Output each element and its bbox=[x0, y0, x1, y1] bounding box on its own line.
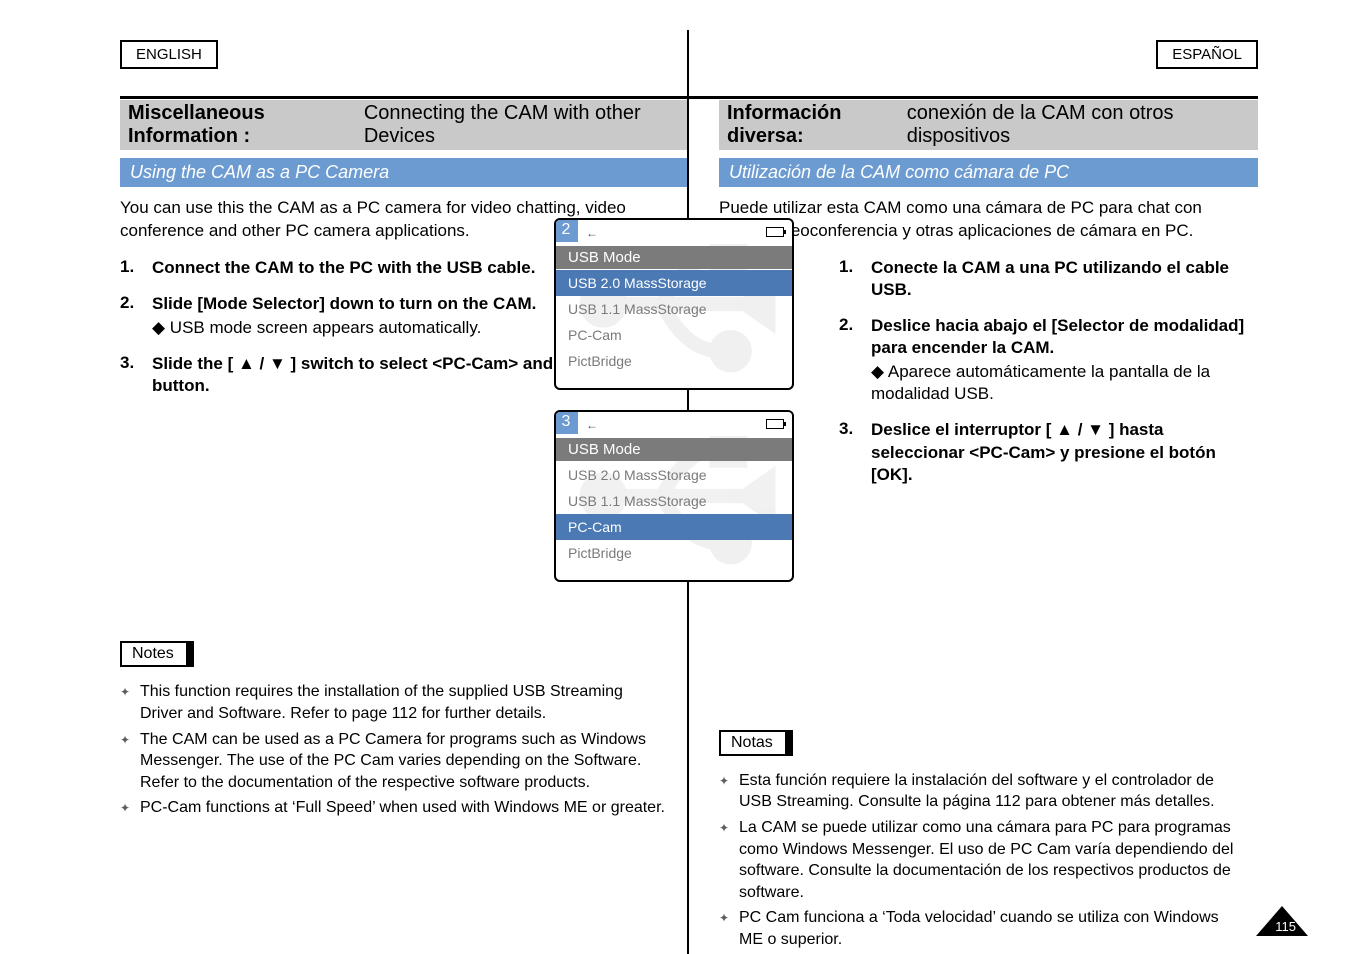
menu-item[interactable]: USB 2.0 MassStorage bbox=[556, 462, 792, 488]
menu-item[interactable]: USB 1.1 MassStorage bbox=[556, 296, 792, 322]
step: 1. Conecte la CAM a una PC utilizando el… bbox=[839, 257, 1252, 301]
subsection-bar-left: Using the CAM as a PC Camera bbox=[120, 158, 687, 187]
usb-icon bbox=[586, 224, 598, 240]
menu-item[interactable]: PC-Cam bbox=[556, 322, 792, 348]
step: 3. Deslice el interruptor [ ▲ / ▼ ] hast… bbox=[839, 419, 1252, 485]
steps-right: 1. Conecte la CAM a una PC utilizando el… bbox=[719, 257, 1258, 500]
menu-item[interactable]: USB 2.0 MassStorage bbox=[556, 270, 792, 296]
header-sub-left: Connecting the CAM with other Devices bbox=[364, 102, 679, 148]
lang-label-left: ENGLISH bbox=[120, 40, 218, 69]
screen-step-number: 3 bbox=[554, 410, 578, 434]
menu-list: USB 2.0 MassStorage USB 1.1 MassStorage … bbox=[556, 462, 792, 580]
menu-item[interactable]: USB 1.1 MassStorage bbox=[556, 488, 792, 514]
header-main-right: Información diversa: bbox=[727, 102, 907, 148]
page-number: 115 bbox=[1275, 919, 1296, 934]
notes-list-right: Esta función requiere la instalación del… bbox=[719, 770, 1258, 951]
battery-icon bbox=[766, 419, 784, 429]
menu-item[interactable]: PictBridge bbox=[556, 540, 792, 566]
note-item: PC Cam funciona a ‘Toda velocidad’ cuand… bbox=[719, 907, 1238, 950]
note-item: PC-Cam functions at ‘Full Speed’ when us… bbox=[120, 797, 667, 819]
step: 2. Deslice hacia abajo el [Selector de m… bbox=[839, 315, 1252, 405]
battery-icon bbox=[766, 227, 784, 237]
screen-title: USB Mode bbox=[556, 246, 792, 269]
notes-label-right: Notas bbox=[719, 730, 793, 756]
screen-step-number: 2 bbox=[554, 218, 578, 242]
menu-item[interactable]: PC-Cam bbox=[556, 514, 792, 540]
lang-label-right: ESPAÑOL bbox=[1156, 40, 1258, 69]
device-screen-2: 2 USB Mode USB 2.0 MassStorage USB 1.1 M… bbox=[554, 218, 794, 390]
header-main-left: Miscellaneous Information : bbox=[128, 102, 364, 148]
device-screens: 2 USB Mode USB 2.0 MassStorage USB 1.1 M… bbox=[554, 218, 794, 602]
device-screen-3: 3 USB Mode USB 2.0 MassStorage USB 1.1 M… bbox=[554, 410, 794, 582]
notes-label-left: Notes bbox=[120, 641, 194, 667]
notes-list-left: This function requires the installation … bbox=[120, 681, 687, 819]
menu-list: USB 2.0 MassStorage USB 1.1 MassStorage … bbox=[556, 270, 792, 388]
intro-right: Puede utilizar esta CAM como una cámara … bbox=[719, 197, 1258, 243]
subsection-bar-right: Utilización de la CAM como cámara de PC bbox=[719, 158, 1258, 187]
note-item: The CAM can be used as a PC Camera for p… bbox=[120, 729, 667, 794]
note-item: This function requires the installation … bbox=[120, 681, 667, 724]
header-sub-right: conexión de la CAM con otros dispositivo… bbox=[907, 102, 1250, 148]
section-header-left: Miscellaneous Information : Connecting t… bbox=[120, 100, 687, 150]
screen-topbar bbox=[556, 412, 792, 436]
screen-topbar bbox=[556, 220, 792, 244]
section-header-right: Información diversa: conexión de la CAM … bbox=[719, 100, 1258, 150]
screen-title: USB Mode bbox=[556, 438, 792, 461]
note-item: La CAM se puede utilizar como una cámara… bbox=[719, 817, 1238, 903]
menu-item[interactable]: PictBridge bbox=[556, 348, 792, 374]
note-item: Esta función requiere la instalación del… bbox=[719, 770, 1238, 813]
usb-icon bbox=[586, 416, 598, 432]
